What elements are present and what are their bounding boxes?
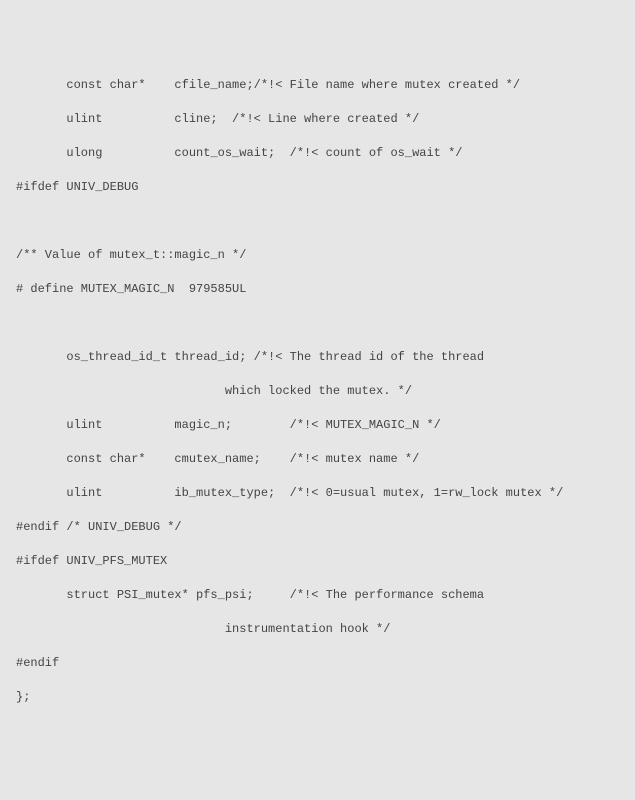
code-line: const char* cfile_name;/*!< File name wh… — [16, 77, 619, 94]
code-line: instrumentation hook */ — [16, 621, 619, 638]
code-line — [16, 230, 619, 247]
code-line — [16, 162, 619, 179]
code-line: struct PSI_mutex* pfs_psi; /*!< The perf… — [16, 587, 619, 604]
code-line: #endif — [16, 655, 619, 672]
code-line: #ifdef UNIV_DEBUG — [16, 179, 619, 196]
code-line — [16, 502, 619, 519]
code-line — [16, 332, 619, 349]
code-line — [16, 298, 619, 315]
code-line: const char* cmutex_name; /*!< mutex name… — [16, 451, 619, 468]
code-line — [16, 638, 619, 655]
code-line: #ifdef UNIV_PFS_MUTEX — [16, 553, 619, 570]
code-line — [16, 434, 619, 451]
code-line — [16, 94, 619, 111]
code-line — [16, 536, 619, 553]
code-line — [16, 604, 619, 621]
code-line — [16, 672, 619, 689]
code-line — [16, 128, 619, 145]
code-line: /** Value of mutex_t::magic_n */ — [16, 247, 619, 264]
code-line — [16, 400, 619, 417]
code-line: }; — [16, 689, 619, 706]
code-line — [16, 315, 619, 332]
code-line — [16, 213, 619, 230]
code-line — [16, 468, 619, 485]
code-line: ulint cline; /*!< Line where created */ — [16, 111, 619, 128]
code-line — [16, 570, 619, 587]
code-line: which locked the mutex. */ — [16, 383, 619, 400]
code-line: os_thread_id_t thread_id; /*!< The threa… — [16, 349, 619, 366]
code-line: ulint ib_mutex_type; /*!< 0=usual mutex,… — [16, 485, 619, 502]
code-line: #endif /* UNIV_DEBUG */ — [16, 519, 619, 536]
code-line: # define MUTEX_MAGIC_N 979585UL — [16, 281, 619, 298]
code-line — [16, 196, 619, 213]
code-block: const char* cfile_name;/*!< File name wh… — [16, 77, 619, 706]
code-line: ulong count_os_wait; /*!< count of os_wa… — [16, 145, 619, 162]
code-line: ulint magic_n; /*!< MUTEX_MAGIC_N */ — [16, 417, 619, 434]
code-line — [16, 366, 619, 383]
code-line — [16, 264, 619, 281]
